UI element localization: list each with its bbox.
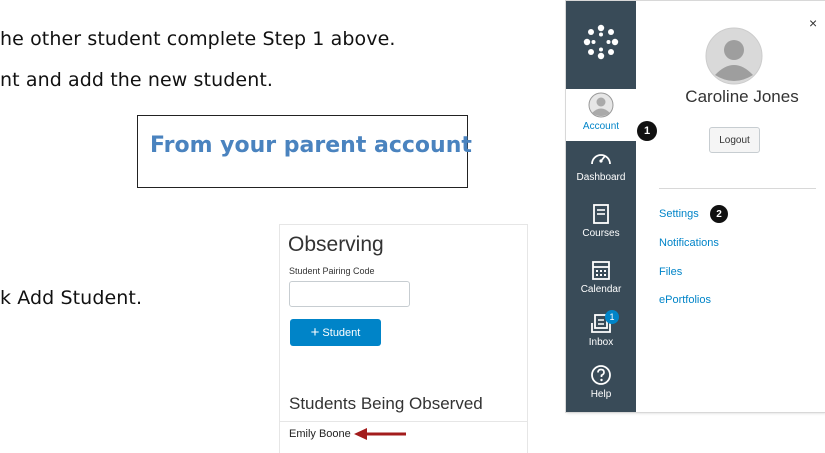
students-observed-heading: Students Being Observed <box>289 394 483 413</box>
calendar-icon <box>592 261 610 280</box>
nav-item-inbox[interactable]: 1 Inbox <box>566 307 636 357</box>
user-name: Caroline Jones <box>685 87 799 106</box>
dashboard-icon <box>591 154 611 165</box>
instruction-line-3: k Add Student. <box>0 287 143 309</box>
nav-item-dashboard[interactable]: Dashboard <box>566 142 636 192</box>
pairing-code-label: Student Pairing Code <box>289 266 375 276</box>
canvas-logo-icon[interactable] <box>566 1 636 89</box>
nav-label-dashboard: Dashboard <box>576 172 626 183</box>
tray-link-notifications[interactable]: Notifications <box>659 237 719 249</box>
nav-item-courses[interactable]: Courses <box>566 198 636 248</box>
close-icon[interactable]: × <box>809 15 817 31</box>
help-icon <box>591 365 611 385</box>
observed-student-name[interactable]: Emily Boone <box>289 428 351 440</box>
red-arrow-icon <box>354 428 406 440</box>
plus-icon: + <box>310 324 320 341</box>
global-navigation: Account Dashboard Courses Calendar 1 Inb… <box>566 1 636 412</box>
tray-link-files[interactable]: Files <box>659 266 682 278</box>
nav-label-calendar: Calendar <box>580 284 622 295</box>
nav-label-help: Help <box>590 389 612 400</box>
nav-label-courses: Courses <box>582 228 620 239</box>
inbox-unread-badge: 1 <box>605 310 619 324</box>
observing-title: Observing <box>288 233 384 256</box>
instruction-line-1: he other student complete Step 1 above. <box>0 28 396 50</box>
step-1-badge: 1 <box>637 121 657 141</box>
tray-divider <box>659 188 816 189</box>
callout-heading: From your parent account <box>150 133 472 158</box>
add-student-label: Student <box>322 326 361 339</box>
canvas-account-tray-screenshot: Account Dashboard Courses Calendar 1 Inb… <box>566 1 825 412</box>
observing-panel: Observing Student Pairing Code + Student… <box>279 224 528 453</box>
account-avatar-icon <box>588 92 614 118</box>
add-student-button[interactable]: + Student <box>290 319 381 346</box>
nav-label-account: Account <box>582 121 620 132</box>
nav-label-inbox: Inbox <box>588 337 614 348</box>
tray-link-settings[interactable]: Settings <box>659 208 699 220</box>
logout-button[interactable]: Logout <box>709 127 760 153</box>
instruction-line-2: nt and add the new student. <box>0 69 274 91</box>
section-callout: From your parent account <box>137 115 472 188</box>
user-avatar-icon <box>705 27 763 85</box>
tray-link-eportfolios[interactable]: ePortfolios <box>659 294 711 306</box>
courses-icon <box>593 204 609 224</box>
pairing-code-input[interactable] <box>289 281 410 307</box>
nav-item-calendar[interactable]: Calendar <box>566 254 636 304</box>
nav-item-help[interactable]: Help <box>566 359 636 409</box>
nav-item-account[interactable]: Account <box>566 89 636 141</box>
step-2-badge: 2 <box>710 205 728 223</box>
divider <box>280 421 527 422</box>
